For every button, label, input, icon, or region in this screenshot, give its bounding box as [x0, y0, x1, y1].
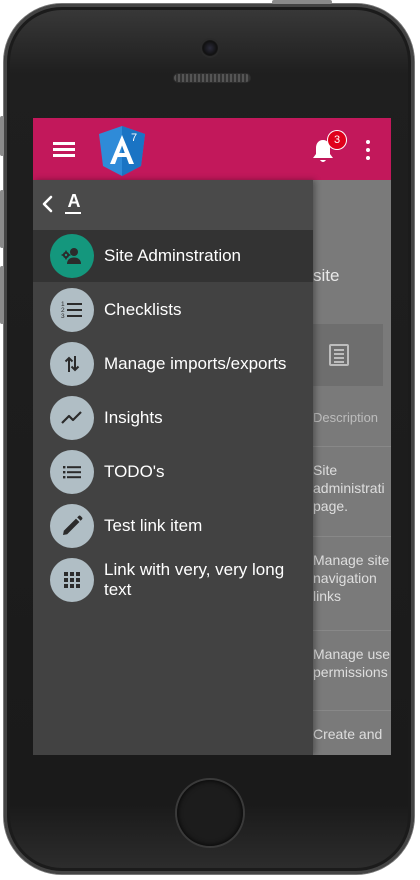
- mute-switch: [0, 116, 4, 156]
- notification-count-badge: 3: [328, 131, 346, 149]
- nav-icon-circle: [50, 396, 94, 440]
- nav-item-manage-imports-exports[interactable]: Manage imports/exports: [33, 338, 313, 390]
- nav-item-long-text-link[interactable]: Link with very, very long text: [33, 554, 313, 606]
- apps-grid-icon: [64, 572, 80, 588]
- background-page-toolbar: [313, 324, 383, 386]
- front-camera: [202, 40, 218, 56]
- nav-item-label: Checklists: [104, 300, 182, 319]
- app-screen: 7 3 site Description Site administrati p…: [33, 118, 391, 755]
- nav-item-site-administration[interactable]: Site Adminstration: [33, 230, 313, 282]
- nav-item-label: Site Adminstration: [104, 246, 242, 265]
- document-icon: [329, 344, 349, 366]
- pencil-icon: [63, 515, 83, 535]
- background-page-title: site: [313, 266, 340, 285]
- import-export-icon: [64, 356, 80, 372]
- volume-up-button: [0, 190, 4, 248]
- menu-icon[interactable]: [53, 142, 75, 158]
- nav-icon-circle: 1 2 3: [50, 288, 94, 332]
- app-toolbar: 7 3: [33, 118, 391, 180]
- nav-item-label: Test link item: [104, 516, 203, 535]
- background-table-row: Site administrati page.: [313, 446, 391, 515]
- nav-icon-circle: [50, 234, 94, 278]
- background-column-header: Description: [313, 410, 379, 425]
- nav-icon-circle: [50, 342, 94, 386]
- nav-icon-circle: [50, 504, 94, 548]
- home-button[interactable]: [177, 780, 243, 846]
- navigation-drawer: A Site Adminstration 1 2 3 Checklists Ma…: [33, 180, 313, 755]
- nav-item-insights[interactable]: Insights: [33, 392, 313, 444]
- nav-item-label: Manage imports/exports: [104, 354, 287, 373]
- background-table-row: Manage use permissions: [313, 630, 391, 681]
- admin-users-icon: [61, 248, 81, 264]
- svg-text:3: 3: [61, 313, 65, 320]
- earpiece-speaker: [174, 74, 250, 82]
- more-options-icon[interactable]: [365, 140, 371, 160]
- power-button: [272, 0, 332, 4]
- volume-down-button: [0, 266, 4, 324]
- chevron-left-icon[interactable]: [41, 194, 53, 214]
- numbered-list-icon: 1 2 3: [61, 301, 82, 320]
- nav-icon-circle: [50, 450, 94, 494]
- nav-item-label: TODO's: [104, 462, 165, 481]
- background-table-row: Manage site navigation links: [313, 536, 391, 605]
- nav-icon-circle: [50, 558, 94, 602]
- drawer-header: A: [33, 180, 313, 230]
- nav-item-test-link[interactable]: Test link item: [33, 500, 313, 552]
- background-table-row: Create and: [313, 710, 391, 743]
- list-icon: [63, 466, 81, 479]
- text-format-icon[interactable]: A: [65, 190, 83, 214]
- nav-item-todos[interactable]: TODO's: [33, 446, 313, 498]
- nav-item-checklists[interactable]: 1 2 3 Checklists: [33, 284, 313, 336]
- nav-item-label: Insights: [104, 408, 163, 427]
- background-page: site Description Site administrati page.…: [313, 180, 391, 755]
- nav-item-label: Link with very, very long text: [104, 560, 285, 599]
- svg-text:7: 7: [131, 132, 137, 144]
- trending-chart-icon: [61, 411, 82, 424]
- angular-logo: 7: [97, 124, 147, 176]
